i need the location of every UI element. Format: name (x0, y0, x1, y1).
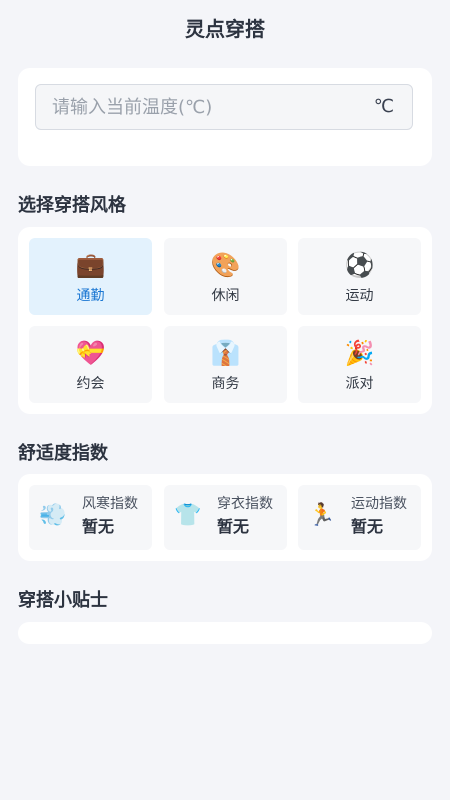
index-name: 穿衣指数 (217, 496, 273, 512)
temperature-card: ℃ (18, 68, 432, 166)
wind-chill-index: 💨 风寒指数 暂无 (29, 485, 152, 550)
style-option-casual[interactable]: 🎨 休闲 (164, 238, 287, 315)
page-title: 灵点穿搭 (185, 17, 265, 41)
style-grid: 💼 通勤 🎨 休闲 ⚽ 运动 💝 约会 👔 商务 🎉 派对 (18, 227, 432, 414)
briefcase-icon: 💼 (75, 251, 106, 279)
temperature-input[interactable] (52, 85, 352, 129)
t-shirt-icon: 👕 (174, 503, 202, 528)
tips-section-title: 穿搭小贴士 (18, 590, 108, 611)
style-option-label: 商务 (211, 376, 240, 392)
exercise-index: 🏃 运动指数 暂无 (298, 485, 421, 550)
style-option-label: 派对 (345, 376, 374, 392)
heart-gift-icon: 💝 (75, 339, 106, 367)
index-name: 风寒指数 (82, 496, 138, 512)
comfort-section-title: 舒适度指数 (18, 443, 108, 464)
style-option-date[interactable]: 💝 约会 (29, 326, 152, 403)
style-option-label: 休闲 (211, 288, 240, 304)
style-option-commute[interactable]: 💼 通勤 (29, 238, 152, 315)
shirt-tie-icon: 👔 (210, 339, 241, 367)
style-option-sport[interactable]: ⚽ 运动 (298, 238, 421, 315)
index-value: 暂无 (217, 517, 250, 536)
dressing-index: 👕 穿衣指数 暂无 (164, 485, 287, 550)
temperature-field[interactable]: ℃ (35, 84, 413, 130)
index-value: 暂无 (82, 517, 115, 536)
party-popper-icon: 🎉 (344, 339, 375, 367)
style-option-party[interactable]: 🎉 派对 (298, 326, 421, 403)
temperature-unit: ℃ (373, 96, 394, 117)
soccer-ball-icon: ⚽ (344, 251, 375, 279)
runner-icon: 🏃 (308, 503, 336, 528)
style-option-label: 运动 (345, 288, 374, 304)
style-option-label: 通勤 (76, 288, 105, 304)
tips-card (18, 622, 432, 644)
index-value: 暂无 (351, 517, 384, 536)
style-section-title: 选择穿搭风格 (18, 195, 126, 216)
index-name: 运动指数 (351, 496, 407, 512)
style-option-label: 约会 (76, 376, 105, 392)
palette-icon: 🎨 (210, 251, 241, 279)
comfort-index-panel: 💨 风寒指数 暂无 👕 穿衣指数 暂无 🏃 运动指数 暂无 (18, 474, 432, 561)
wind-icon: 💨 (39, 503, 67, 528)
style-option-business[interactable]: 👔 商务 (164, 326, 287, 403)
